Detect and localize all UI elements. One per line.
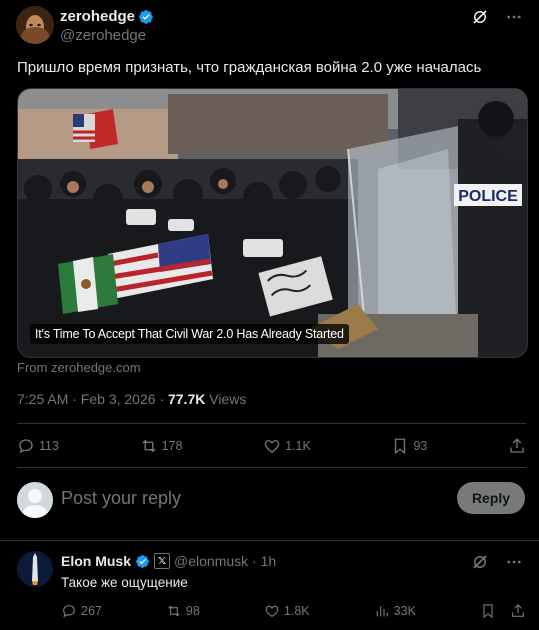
reply-repost-action[interactable]: 98 (166, 603, 200, 619)
post-timestamp[interactable]: 7:25 AM · Feb 3, 2026 · (17, 391, 168, 407)
default-avatar-icon (17, 482, 53, 518)
reply-icon (19, 439, 33, 454)
police-label: POLICE (458, 188, 518, 205)
reply-author-avatar[interactable] (17, 551, 53, 587)
reply-view-count: 33K (393, 604, 416, 618)
like-count: 1.1K (285, 439, 311, 453)
starship-avatar-icon (17, 551, 53, 587)
reply-reply-count: 267 (81, 604, 102, 618)
post-meta: 7:25 AM · Feb 3, 2026 · 77.7K Views (17, 391, 246, 407)
view-count: 77.7K (167, 391, 206, 407)
divider (17, 467, 526, 468)
protest-photo: POLICE (18, 89, 527, 357)
author-avatar[interactable] (16, 6, 54, 44)
post-text: Пришло время признать, что гражданская в… (17, 59, 482, 76)
author-handle[interactable]: @zerohedge (60, 27, 146, 44)
heart-icon (265, 605, 279, 618)
repost-action[interactable]: 178 (140, 437, 183, 455)
post-actions: 113 178 1.1K 93 (17, 434, 526, 458)
post-media-card[interactable]: POLICE (17, 88, 528, 358)
media-caption: It's Time To Accept That Civil War 2.0 H… (30, 324, 349, 344)
share-action[interactable] (508, 437, 526, 455)
repost-icon (142, 439, 156, 453)
x-affiliate-badge: 𝕏 (154, 553, 171, 569)
reply-icon (63, 605, 75, 618)
reply-button[interactable]: Reply (457, 482, 525, 514)
share-icon[interactable] (510, 603, 526, 619)
share-icon (510, 438, 524, 453)
reply-reply-action[interactable]: 267 (61, 603, 102, 619)
divider (0, 540, 539, 541)
divider (17, 423, 526, 424)
views-label: Views (205, 391, 247, 407)
bookmark-icon (395, 438, 406, 455)
heart-icon (264, 440, 280, 453)
grok-icon[interactable] (471, 8, 489, 26)
reply-button-label: Reply (471, 490, 511, 506)
reply-action[interactable]: 113 (17, 437, 59, 455)
reply-repost-count: 98 (185, 604, 200, 618)
reply-like-action[interactable]: 1.8K (264, 603, 310, 619)
bookmark-count: 93 (413, 439, 428, 453)
verified-badge-icon (139, 9, 153, 24)
grok-icon[interactable] (471, 553, 489, 571)
repost-count: 178 (161, 439, 183, 453)
link-source[interactable]: From zerohedge.com (17, 360, 141, 375)
reply-count: 113 (39, 439, 59, 453)
current-user-avatar[interactable] (17, 482, 53, 518)
verified-badge-icon (136, 554, 149, 568)
more-options-icon[interactable] (505, 8, 523, 26)
reply-author-meta[interactable]: @elonmusk · 1h (174, 553, 276, 569)
reply-top-icons (471, 553, 523, 571)
bookmark-action[interactable]: 93 (391, 437, 427, 455)
post-top-icons (471, 8, 523, 26)
author-name[interactable]: zerohedge (60, 8, 135, 25)
repost-icon (168, 605, 180, 617)
like-action[interactable]: 1.1K (263, 437, 311, 455)
reply-text: Такое же ощущение (61, 575, 188, 590)
reply-actions: 267 98 1.8K 33K (61, 603, 526, 619)
analytics-icon (376, 606, 388, 617)
more-options-icon[interactable] (505, 553, 523, 571)
bookmark-icon[interactable] (480, 603, 496, 619)
reply-like-count: 1.8K (283, 604, 310, 618)
reply-input[interactable]: Post your reply (61, 488, 181, 509)
reply-views-action[interactable]: 33K (374, 603, 416, 619)
reply-header: Elon Musk 𝕏 @elonmusk · 1h (61, 553, 276, 569)
reply-extra-actions (480, 603, 526, 619)
author-name-row: zerohedge (60, 8, 154, 25)
reply-author-name[interactable]: Elon Musk (61, 553, 131, 569)
